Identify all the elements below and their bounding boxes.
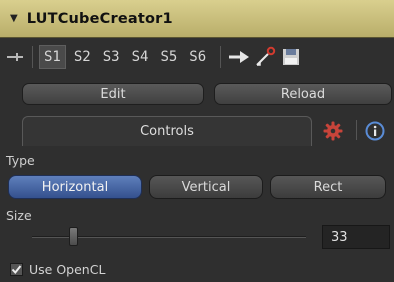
use-opencl-row[interactable]: Use OpenCL [10, 262, 105, 277]
inspector-tabs: Controls [0, 114, 394, 146]
toolbar-separator [32, 46, 33, 68]
type-option-horizontal[interactable]: Horizontal [8, 175, 142, 199]
version-slot-s3[interactable]: S3 [99, 46, 124, 68]
size-label: Size [6, 208, 32, 223]
type-option-rect[interactable]: Rect [270, 175, 386, 199]
tool-title: LUTCubeCreator1 [26, 10, 173, 27]
use-opencl-label: Use OpenCL [29, 262, 106, 277]
pin-icon[interactable] [4, 46, 26, 68]
version-slot-s2[interactable]: S2 [70, 46, 95, 68]
use-opencl-checkbox[interactable] [10, 263, 23, 276]
reload-button[interactable]: Reload [214, 83, 392, 105]
type-label: Type [6, 153, 35, 168]
info-icon[interactable] [364, 120, 386, 142]
tab-separator [356, 120, 357, 140]
version-slot-s6[interactable]: S6 [185, 46, 210, 68]
version-slot-s1[interactable]: S1 [39, 45, 66, 69]
insert-arrow-icon[interactable] [227, 45, 251, 69]
size-value-field[interactable]: 33 [322, 225, 390, 249]
version-toolbar: S1 S2 S3 S4 S5 S6 [0, 39, 394, 75]
tab-controls[interactable]: Controls [22, 116, 312, 146]
save-icon[interactable] [279, 45, 303, 69]
key-pick-icon[interactable] [253, 45, 277, 69]
settings-gear-icon[interactable] [322, 120, 344, 142]
collapse-arrow-icon[interactable]: ▼ [10, 13, 18, 24]
version-slot-s5[interactable]: S5 [156, 46, 181, 68]
version-slot-s4[interactable]: S4 [128, 46, 153, 68]
toolbar-separator [220, 46, 222, 68]
tool-title-bar[interactable]: ▼ LUTCubeCreator1 [0, 0, 394, 38]
size-slider-handle[interactable] [68, 227, 78, 246]
type-option-vertical[interactable]: Vertical [149, 175, 263, 199]
file-buttons-row: Edit Reload [22, 83, 394, 105]
edit-button[interactable]: Edit [22, 83, 204, 105]
